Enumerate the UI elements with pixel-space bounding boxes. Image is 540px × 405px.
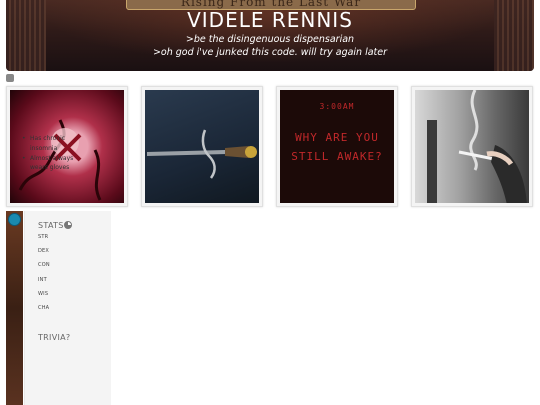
- message-image: 3:00AM WHY ARE YOU STILL AWAKE?: [280, 90, 394, 203]
- trivia-title-text: TRIVIA: [38, 333, 66, 342]
- smoking-hand-image: [415, 90, 529, 203]
- trivia-item: Has chronic insomnia: [22, 134, 82, 153]
- trivia-list: Has chronic insomnia Almost always wears…: [22, 134, 82, 173]
- stat-int: INT: [38, 277, 47, 283]
- page-title: VIDELE RENNIS: [187, 8, 353, 32]
- stat-str: STR: [38, 234, 49, 240]
- stat-dex: DEX: [38, 248, 50, 254]
- stat-wis: WIS: [38, 291, 49, 297]
- subtitle-line-1: >be the disingenuous dispensarian: [185, 34, 355, 45]
- header-banner: Rising From the Last War VIDELE RENNIS >…: [6, 0, 534, 71]
- stat-cha: CHA: [38, 305, 50, 311]
- stats-title-text: STATS: [38, 221, 64, 230]
- gallery-item-smoke[interactable]: [411, 86, 533, 207]
- gallery-item-message[interactable]: 3:00AM WHY ARE YOU STILL AWAKE?: [276, 86, 398, 207]
- trivia-item: Almost always wears gloves: [22, 154, 82, 173]
- clock-text: 3:00AM: [319, 102, 355, 111]
- image-gallery: 3:00AM WHY ARE YOU STILL AWAKE?: [6, 86, 534, 207]
- trivia-title: TRIVIA?: [38, 333, 70, 342]
- awake-message: WHY ARE YOU STILL AWAKE?: [291, 131, 383, 163]
- stat-con: CON: [38, 262, 50, 268]
- subtitle-line-2: >oh god i've junked this code. will try …: [152, 47, 388, 58]
- stats-title: STATS: [38, 221, 72, 230]
- sidebar-strip: [6, 211, 23, 405]
- question-mark-icon: ?: [65, 333, 71, 342]
- avatar[interactable]: [8, 213, 21, 226]
- info-panel: STATS STR DEX CON INT WIS CHA TRIVIA?: [24, 211, 111, 405]
- dagger-image: [145, 90, 259, 203]
- pie-chart-icon: [63, 221, 72, 229]
- gallery-item-dagger[interactable]: [141, 86, 263, 207]
- toggle-button[interactable]: [6, 74, 14, 82]
